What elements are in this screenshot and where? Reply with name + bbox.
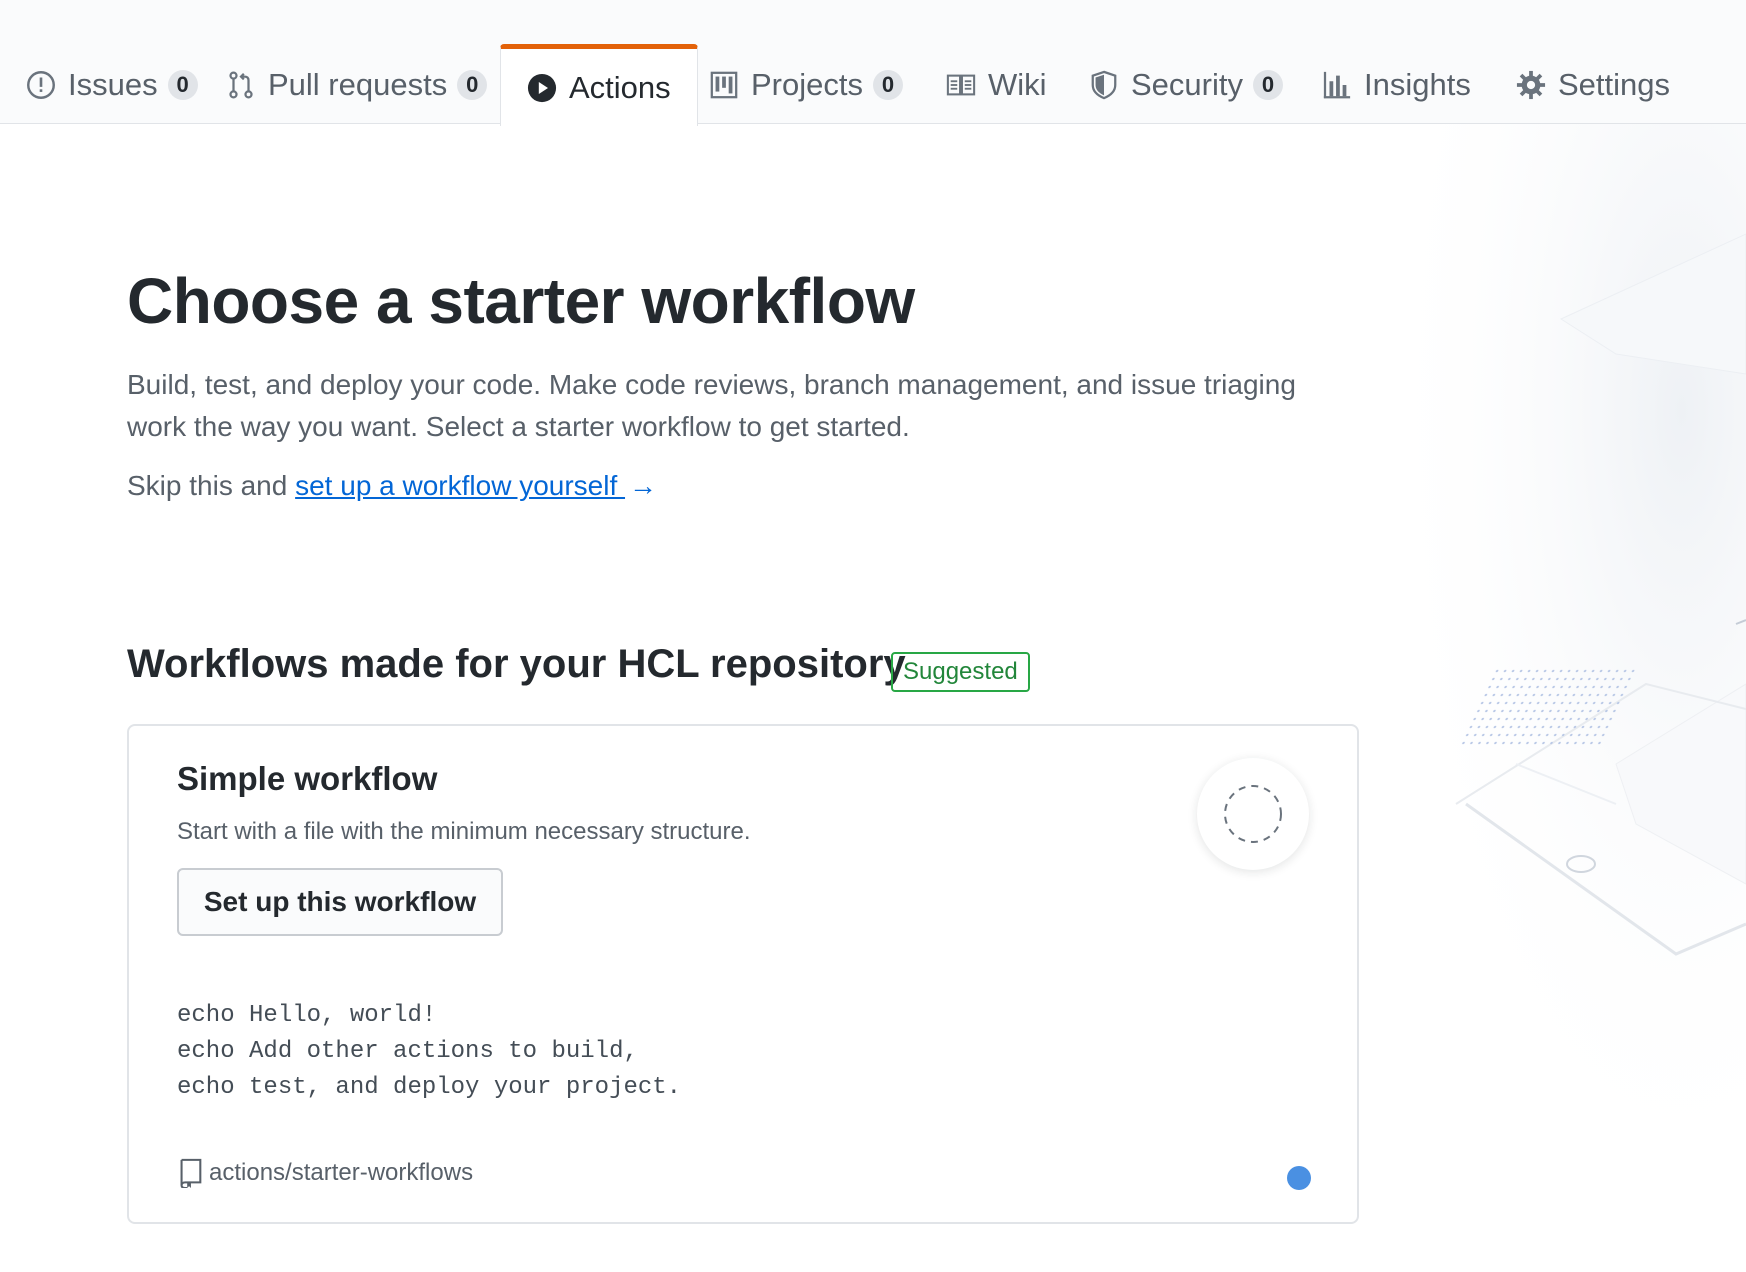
setup-this-workflow-button[interactable]: Set up this workflow xyxy=(177,868,503,936)
play-icon xyxy=(527,73,557,103)
language-color-dot xyxy=(1287,1166,1311,1190)
arrow-right-icon: → xyxy=(629,470,658,501)
project-icon xyxy=(709,70,739,100)
projects-count-badge: 0 xyxy=(872,69,903,100)
repo-nav-tabs: Issues 0 Pull requests 0 Actions Project… xyxy=(0,0,1746,126)
tab-label: Wiki xyxy=(988,66,1047,102)
tab-label: Projects xyxy=(751,66,863,102)
tab-label: Pull requests xyxy=(268,66,448,102)
tab-pull-requests[interactable]: Pull requests 0 xyxy=(200,44,513,125)
tab-security[interactable]: Security 0 xyxy=(1063,44,1309,125)
tab-issues[interactable]: Issues 0 xyxy=(0,44,224,125)
pull-requests-count-badge: 0 xyxy=(457,69,488,100)
workflow-source: actions/starter-workflows xyxy=(177,1158,473,1188)
git-pull-request-icon xyxy=(226,70,256,100)
book-icon xyxy=(946,70,976,100)
tab-label: Settings xyxy=(1558,66,1671,102)
page-title: Choose a starter workflow xyxy=(127,265,915,337)
security-count-badge: 0 xyxy=(1252,69,1283,100)
issue-opened-icon xyxy=(26,70,56,100)
page-description: Build, test, and deploy your code. Make … xyxy=(127,369,1296,442)
gear-icon xyxy=(1516,70,1546,100)
issues-count-badge: 0 xyxy=(167,69,198,100)
workflow-card: Simple workflow Start with a file with t… xyxy=(127,724,1359,1224)
tab-label: Security xyxy=(1131,66,1243,102)
skip-line: Skip this and set up a workflow yourself… xyxy=(127,470,657,502)
workflow-title: Simple workflow xyxy=(177,760,438,797)
workflow-code-preview: echo Hello, world! echo Add other action… xyxy=(177,1002,682,1101)
tab-settings[interactable]: Settings xyxy=(1490,44,1696,125)
setup-workflow-yourself-link-text: set up a workflow yourself xyxy=(295,470,626,501)
tab-projects[interactable]: Projects 0 xyxy=(683,44,929,125)
background-illustration xyxy=(1316,124,1746,1272)
tab-wiki[interactable]: Wiki xyxy=(920,44,1073,125)
workflow-description: Start with a file with the minimum neces… xyxy=(177,818,751,845)
tab-insights[interactable]: Insights xyxy=(1296,44,1497,125)
tab-label: Issues xyxy=(68,66,158,102)
suggested-badge: Suggested xyxy=(891,652,1030,692)
setup-workflow-yourself-link[interactable]: set up a workflow yourself xyxy=(295,470,625,501)
shield-icon xyxy=(1089,70,1119,100)
skip-prefix-text: Skip this and xyxy=(127,470,296,501)
tab-actions[interactable]: Actions xyxy=(500,44,698,126)
tab-label: Actions xyxy=(569,69,671,105)
workflow-source-repo: actions/starter-workflows xyxy=(209,1159,474,1186)
graph-icon xyxy=(1322,70,1352,100)
repo-icon xyxy=(177,1158,203,1188)
section-title: Workflows made for your HCL repository xyxy=(127,642,906,686)
tab-label: Insights xyxy=(1364,66,1471,102)
dashed-circle-icon xyxy=(1224,785,1282,843)
workflow-logo xyxy=(1197,758,1309,870)
